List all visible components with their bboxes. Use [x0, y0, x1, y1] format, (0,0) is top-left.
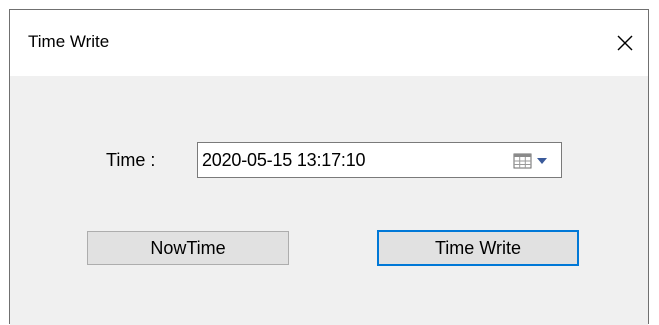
time-picker[interactable]: 2020-05-15 13:17:10 — [197, 142, 562, 178]
chevron-down-icon — [537, 158, 547, 164]
close-button[interactable] — [602, 10, 648, 76]
calendar-dropdown-button[interactable] — [513, 152, 553, 170]
time-picker-value[interactable]: 2020-05-15 13:17:10 — [202, 150, 366, 171]
dialog-client-area: Time : 2020-05-15 13:17:10 NowTime Time … — [10, 76, 648, 325]
calendar-icon — [513, 153, 532, 169]
now-time-button[interactable]: NowTime — [87, 231, 289, 265]
time-label: Time : — [106, 150, 156, 170]
title-bar[interactable]: Time Write — [10, 10, 648, 76]
close-icon — [617, 35, 633, 51]
time-write-dialog: Time Write Time : 2020-05-15 13:17:10 No… — [9, 9, 649, 325]
time-write-button[interactable]: Time Write — [377, 230, 579, 266]
window-title: Time Write — [28, 32, 110, 51]
